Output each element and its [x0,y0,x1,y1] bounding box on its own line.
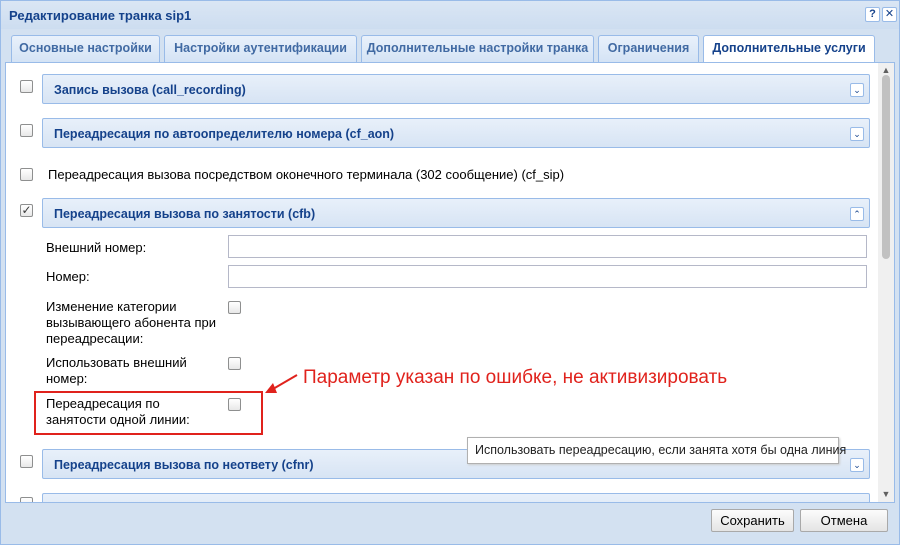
number-label: Номер: [46,269,90,284]
cancel-button[interactable]: Отмена [800,509,888,532]
collapse-icon[interactable]: ⌃ [850,207,864,221]
annotation-highlight-box [34,391,263,435]
tab-strip: Основные настройки Настройки аутентифика… [5,29,895,63]
edit-trunk-dialog: Редактирование транка sip1 ? ✕ Основные … [0,0,900,545]
scroll-down-icon[interactable]: ▼ [878,487,894,501]
cf-sip-label: Переадресация вызова посредством оконечн… [48,167,565,182]
cfb-checkbox[interactable]: ✓ [20,204,33,217]
expand-icon[interactable]: ⌄ [850,458,864,472]
annotation-text: Параметр указан по ошибке, не активизиро… [303,367,728,388]
next-service-checkbox[interactable] [20,497,33,502]
call-recording-checkbox[interactable] [20,80,33,93]
number-input[interactable] [228,265,867,288]
help-icon[interactable]: ? [865,7,880,22]
expand-icon[interactable]: ⌄ [850,83,864,97]
cf-aon-title: Переадресация по автоопределителю номера… [54,127,395,141]
use-external-number-label: Использовать внешний номер: [46,355,187,386]
cfb-title: Переадресация вызова по занятости (cfb) [54,207,316,221]
external-number-label: Внешний номер: [46,240,147,255]
call-recording-header[interactable]: Запись вызова (call_recording) ⌄ [42,74,870,104]
vertical-scrollbar[interactable]: ▲ ▼ [878,63,894,502]
tab-restrictions[interactable]: Ограничения [598,35,699,62]
cfnr-title: Переадресация вызова по неответу (cfnr) [54,458,314,472]
tab-additional-services[interactable]: Дополнительные услуги [703,35,875,63]
next-service-header[interactable] [42,493,870,502]
tooltip: Использовать переадресацию, если занята … [467,437,846,464]
cfnr-checkbox[interactable] [20,455,33,468]
call-recording-title: Запись вызова (call_recording) [54,83,246,97]
cf-aon-header[interactable]: Переадресация по автоопределителю номера… [42,118,870,148]
save-button[interactable]: Сохранить [711,509,794,532]
tab-advanced-trunk-settings[interactable]: Дополнительные настройки транка [361,35,594,62]
scroll-thumb[interactable] [882,75,890,259]
change-category-checkbox[interactable] [228,301,241,314]
tab-auth-settings[interactable]: Настройки аутентификации [164,35,357,62]
external-number-input[interactable] [228,235,867,258]
close-icon[interactable]: ✕ [882,7,897,22]
expand-icon[interactable]: ⌄ [850,127,864,141]
annotation-arrow-icon [265,374,298,393]
tab-basic-settings[interactable]: Основные настройки [11,35,160,62]
use-external-number-checkbox[interactable] [228,357,241,370]
dialog-title: Редактирование транка sip1 [9,8,192,23]
cfb-header[interactable]: Переадресация вызова по занятости (cfb) … [42,198,870,228]
cf-sip-checkbox[interactable] [20,168,33,181]
change-category-label: Изменение категории вызывающего абонента… [46,299,217,346]
dialog-titlebar[interactable]: Редактирование транка sip1 ? ✕ [1,1,899,29]
cf-aon-checkbox[interactable] [20,124,33,137]
